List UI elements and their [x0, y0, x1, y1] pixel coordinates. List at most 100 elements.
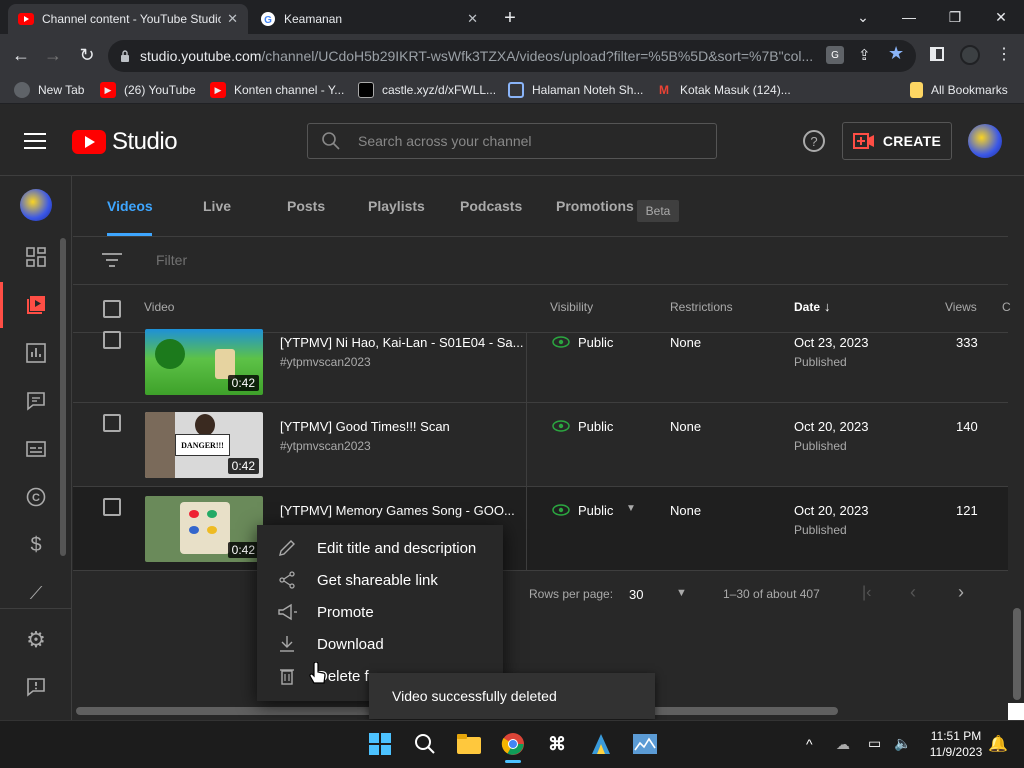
tab-posts[interactable]: Posts [287, 198, 325, 236]
filter-input[interactable]: Filter [156, 252, 187, 268]
forward-arrow-icon[interactable]: → [38, 40, 68, 70]
app-icon-1[interactable]: ⌘ [538, 724, 576, 764]
tab-promotions[interactable]: Promotions [556, 198, 634, 236]
earn-dollar-icon[interactable]: $ [20, 529, 52, 561]
windows-start-icon[interactable] [361, 724, 399, 764]
all-bookmarks[interactable]: All Bookmarks [910, 76, 1008, 104]
select-all-checkbox[interactable] [103, 300, 121, 318]
video-title[interactable]: [YTPMV] Ni Hao, Kai-Lan - S01E04 - Sa... [280, 335, 524, 350]
megaphone-icon [257, 603, 317, 621]
settings-gear-icon[interactable]: ⚙ [20, 624, 52, 656]
video-title[interactable]: [YTPMV] Memory Games Song - GOO... [280, 503, 515, 518]
account-avatar[interactable] [968, 124, 1002, 158]
previous-page-icon[interactable]: ‹ [910, 582, 916, 603]
video-thumbnail[interactable]: DANGER!!! 0:42 [145, 412, 263, 478]
tab-videos[interactable]: Videos [107, 198, 153, 236]
tab-close-icon[interactable]: ✕ [467, 11, 478, 27]
subtitles-icon[interactable] [20, 433, 52, 465]
bookmark-label: Halaman Noteh Sh... [532, 83, 644, 97]
notification-bell-icon[interactable]: 🔔 [988, 734, 1008, 754]
row-checkbox[interactable] [103, 414, 121, 432]
translate-icon[interactable]: G [826, 46, 844, 64]
restore-button[interactable]: ❐ [932, 0, 978, 34]
clock-date[interactable]: 11/9/2023 [926, 745, 986, 759]
vertical-scrollbar[interactable] [1013, 608, 1021, 700]
analytics-icon[interactable] [20, 337, 52, 369]
feedback-icon[interactable] [20, 671, 52, 703]
chrome-taskbar-icon[interactable] [494, 724, 532, 764]
tab-keamanan[interactable]: G Keamanan ✕ [250, 4, 488, 34]
cloud-icon[interactable]: ☁ [836, 736, 850, 753]
app-icon-3[interactable] [626, 724, 664, 764]
hamburger-menu-icon[interactable] [24, 132, 46, 150]
menu-item-edit[interactable]: Edit title and description [257, 532, 503, 564]
sidebar-scrollbar[interactable] [60, 238, 66, 556]
studio-logo[interactable]: Studio [72, 128, 178, 156]
rows-per-page-select[interactable]: 30 [629, 587, 643, 602]
column-divider [526, 333, 527, 570]
content-icon[interactable] [20, 289, 52, 321]
bot-icon [508, 82, 524, 98]
video-thumbnail[interactable]: 0:42 [145, 329, 263, 395]
rows-per-page-dropdown-icon[interactable]: ▼ [676, 587, 687, 599]
side-panel-icon[interactable] [930, 47, 944, 61]
bookmark-konten-channel[interactable]: ▶ Konten channel - Y... [210, 76, 344, 104]
dashboard-icon[interactable] [20, 241, 52, 273]
network-icon[interactable]: ▭ [868, 735, 881, 752]
help-icon[interactable]: ? [803, 130, 825, 152]
visibility-value[interactable]: Public [578, 419, 613, 434]
channel-avatar[interactable] [20, 189, 52, 221]
first-page-icon[interactable]: |‹ [862, 584, 871, 602]
menu-item-promote[interactable]: Promote [257, 596, 503, 628]
address-bar[interactable]: studio.youtube.com /channel/UCdoH5b29IKR… [108, 40, 916, 72]
tab-channel-content[interactable]: Channel content - YouTube Studio ✕ [8, 4, 248, 34]
row-checkbox[interactable] [103, 498, 121, 516]
gmail-icon: M [659, 83, 669, 97]
next-page-icon[interactable]: › [958, 582, 964, 603]
copyright-icon[interactable]: C [20, 481, 52, 513]
bookmark-youtube[interactable]: ▶ (26) YouTube [100, 76, 196, 104]
visibility-dropdown-icon[interactable]: ▼ [626, 503, 636, 514]
bookmark-new-tab[interactable]: New Tab [14, 76, 84, 104]
visibility-value[interactable]: Public [578, 503, 613, 518]
create-button[interactable]: CREATE [842, 122, 952, 160]
system-tray-chevron-icon[interactable]: ^ [806, 736, 813, 752]
menu-item-share[interactable]: Get shareable link [257, 564, 503, 596]
channel-search-input[interactable]: Search across your channel [307, 123, 717, 159]
tab-podcasts[interactable]: Podcasts [460, 198, 522, 236]
tab-playlists[interactable]: Playlists [368, 198, 425, 236]
file-explorer-icon[interactable] [450, 724, 488, 764]
tab-live[interactable]: Live [203, 198, 231, 236]
customization-wand-icon[interactable]: ⟋ [20, 577, 52, 609]
comments-icon[interactable] [20, 385, 52, 417]
bookmark-halaman[interactable]: Halaman Noteh Sh... [508, 76, 643, 104]
bookmark-star-icon[interactable]: ★ [888, 43, 904, 64]
video-thumbnail[interactable]: 0:42 [145, 496, 263, 562]
new-tab-button[interactable]: + [498, 6, 522, 30]
share-page-icon[interactable]: ⇪ [858, 46, 871, 64]
sort-arrow-down-icon[interactable]: ↓ [824, 299, 831, 314]
row-checkbox[interactable] [103, 331, 121, 349]
filter-icon[interactable] [102, 252, 122, 268]
volume-muted-icon[interactable]: 🔈 [894, 735, 911, 752]
col-date[interactable]: Date [794, 300, 820, 314]
folder-icon [910, 82, 923, 98]
tab-close-icon[interactable]: ✕ [227, 11, 238, 27]
minimize-button[interactable]: — [886, 0, 932, 34]
bookmark-gmail[interactable]: M Kotak Masuk (124)... [656, 76, 791, 104]
tab-search-chevron-icon[interactable]: ⌄ [840, 0, 886, 34]
profile-avatar-icon[interactable] [960, 45, 980, 65]
reload-icon[interactable]: ↻ [72, 40, 102, 70]
taskbar-search-icon[interactable] [406, 724, 444, 764]
visibility-value[interactable]: Public [578, 335, 613, 350]
app-icon-2[interactable] [582, 724, 620, 764]
chrome-menu-icon[interactable]: ⋮ [996, 44, 1012, 64]
globe-icon [14, 82, 30, 98]
video-title[interactable]: [YTPMV] Good Times!!! Scan [280, 419, 450, 434]
clock-time[interactable]: 11:51 PM [926, 729, 986, 743]
url-path: /channel/UCdoH5b29IKRT-wsWfk3TZXA/videos… [261, 48, 814, 64]
close-window-button[interactable]: ✕ [978, 0, 1024, 34]
menu-item-download[interactable]: Download [257, 628, 503, 660]
back-arrow-icon[interactable]: ← [6, 40, 36, 70]
bookmark-castle[interactable]: castle.xyz/d/xFWLL... [358, 76, 496, 104]
